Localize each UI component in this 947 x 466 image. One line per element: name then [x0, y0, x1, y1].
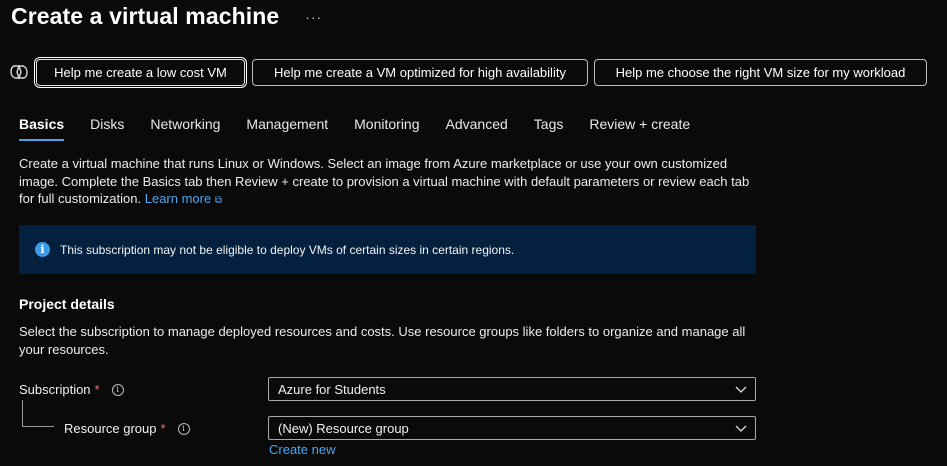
tree-connector-horizontal: [22, 426, 54, 427]
create-new-resource-group-link[interactable]: Create new: [269, 442, 335, 457]
project-details-description: Select the subscription to manage deploy…: [19, 324, 746, 357]
required-marker: *: [160, 421, 166, 436]
required-marker: *: [94, 382, 100, 397]
tab-networking[interactable]: Networking: [150, 116, 220, 140]
chevron-down-icon: [735, 386, 747, 393]
help-choose-vm-size-button[interactable]: Help me choose the right VM size for my …: [594, 59, 927, 86]
create-vm-page: Create a virtual machine ··· Help me cre…: [0, 0, 947, 466]
wizard-tabs: Basics Disks Networking Management Monit…: [19, 116, 716, 141]
tab-tags[interactable]: Tags: [534, 116, 564, 140]
resource-group-select[interactable]: (New) Resource group: [268, 416, 756, 440]
subscription-notice: i This subscription may not be eligible …: [19, 225, 756, 274]
intro-text: Create a virtual machine that runs Linux…: [19, 156, 750, 206]
more-options-button[interactable]: ···: [305, 9, 322, 25]
chevron-down-icon: [735, 425, 747, 432]
tab-management[interactable]: Management: [246, 116, 328, 140]
tab-disks[interactable]: Disks: [90, 116, 124, 140]
subscription-info-icon[interactable]: i: [111, 383, 124, 396]
page-title: Create a virtual machine: [11, 3, 280, 29]
intro-description: Create a virtual machine that runs Linux…: [19, 155, 759, 210]
tab-review-create[interactable]: Review + create: [589, 116, 690, 140]
info-icon: i: [35, 242, 50, 257]
copilot-icon: [10, 65, 28, 79]
resource-group-info-icon[interactable]: i: [177, 422, 190, 435]
notice-text: This subscription may not be eligible to…: [60, 242, 515, 257]
learn-more-link[interactable]: Learn more: [145, 191, 211, 206]
subscription-label: Subscription * i: [19, 382, 124, 397]
project-details-title: Project details: [19, 296, 115, 312]
external-link-icon: ⧉: [214, 195, 222, 206]
help-low-cost-vm-button[interactable]: Help me create a low cost VM: [34, 57, 247, 88]
subscription-label-text: Subscription: [19, 382, 91, 397]
title-row: Create a virtual machine ···: [11, 3, 322, 30]
resource-group-label: Resource group * i: [64, 421, 190, 436]
help-high-availability-vm-button[interactable]: Help me create a VM optimized for high a…: [252, 59, 588, 86]
tree-connector-vertical: [22, 400, 23, 426]
subscription-value: Azure for Students: [278, 381, 386, 397]
resource-group-label-text: Resource group: [64, 421, 157, 436]
resource-group-value: (New) Resource group: [278, 420, 409, 436]
tab-advanced[interactable]: Advanced: [446, 116, 508, 140]
subscription-select[interactable]: Azure for Students: [268, 377, 756, 401]
tab-basics[interactable]: Basics: [19, 116, 65, 141]
tab-monitoring[interactable]: Monitoring: [354, 116, 419, 140]
